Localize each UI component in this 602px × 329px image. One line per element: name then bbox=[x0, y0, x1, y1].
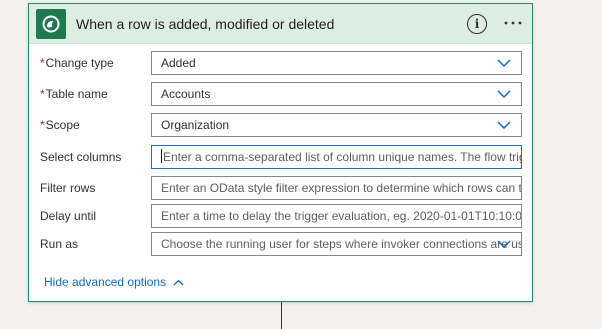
scope-dropdown[interactable]: Organization bbox=[151, 113, 522, 137]
table-name-dropdown[interactable]: Accounts bbox=[151, 82, 522, 106]
select-columns-row: Select columns Enter a comma-separated l… bbox=[29, 145, 532, 169]
hide-advanced-options-label: Hide advanced options bbox=[44, 275, 167, 289]
filter-rows-row: Filter rows Enter an OData style filter … bbox=[29, 176, 532, 200]
select-columns-label: Select columns bbox=[40, 150, 122, 164]
chevron-down-icon bbox=[497, 121, 511, 130]
trigger-title: When a row is added, modified or deleted bbox=[76, 15, 335, 32]
dataverse-logo-icon bbox=[36, 8, 66, 39]
scope-label: *Scope bbox=[40, 118, 80, 132]
delay-until-placeholder: Enter a time to delay the trigger evalua… bbox=[161, 209, 522, 223]
trigger-card: When a row is added, modified or deleted… bbox=[28, 3, 533, 302]
filter-rows-placeholder: Enter an OData style filter expression t… bbox=[161, 181, 522, 195]
filter-rows-input[interactable]: Enter an OData style filter expression t… bbox=[151, 176, 522, 200]
select-columns-input[interactable]: Enter a comma-separated list of column u… bbox=[151, 145, 522, 169]
chevron-down-icon bbox=[497, 90, 511, 99]
flow-connector-line bbox=[281, 302, 282, 329]
change-type-dropdown[interactable]: Added bbox=[151, 51, 522, 75]
table-name-label: *Table name bbox=[40, 87, 108, 101]
run-as-row: Run as Choose the running user for steps… bbox=[29, 232, 532, 256]
chevron-up-icon bbox=[173, 279, 184, 285]
run-as-dropdown[interactable]: Choose the running user for steps where … bbox=[151, 232, 522, 256]
run-as-placeholder: Choose the running user for steps where … bbox=[161, 237, 522, 251]
more-options-icon[interactable] bbox=[501, 12, 525, 34]
change-type-row: *Change type Added bbox=[29, 51, 532, 75]
delay-until-row: Delay until Enter a time to delay the tr… bbox=[29, 204, 532, 228]
scope-value: Organization bbox=[161, 118, 230, 132]
filter-rows-label: Filter rows bbox=[40, 181, 96, 195]
change-type-label: *Change type bbox=[40, 56, 114, 70]
scope-row: *Scope Organization bbox=[29, 113, 532, 137]
chevron-down-icon bbox=[497, 240, 511, 249]
text-cursor bbox=[161, 149, 162, 163]
table-name-value: Accounts bbox=[161, 87, 211, 101]
info-icon[interactable]: i bbox=[467, 14, 487, 34]
hide-advanced-options-link[interactable]: Hide advanced options bbox=[44, 275, 184, 289]
run-as-label: Run as bbox=[40, 237, 79, 251]
delay-until-input[interactable]: Enter a time to delay the trigger evalua… bbox=[151, 204, 522, 228]
trigger-header[interactable]: When a row is added, modified or deleted… bbox=[29, 4, 532, 44]
change-type-value: Added bbox=[161, 56, 196, 70]
chevron-down-icon bbox=[497, 59, 511, 68]
select-columns-placeholder: Enter a comma-separated list of column u… bbox=[163, 150, 521, 164]
delay-until-label: Delay until bbox=[40, 209, 97, 223]
table-name-row: *Table name Accounts bbox=[29, 82, 532, 106]
